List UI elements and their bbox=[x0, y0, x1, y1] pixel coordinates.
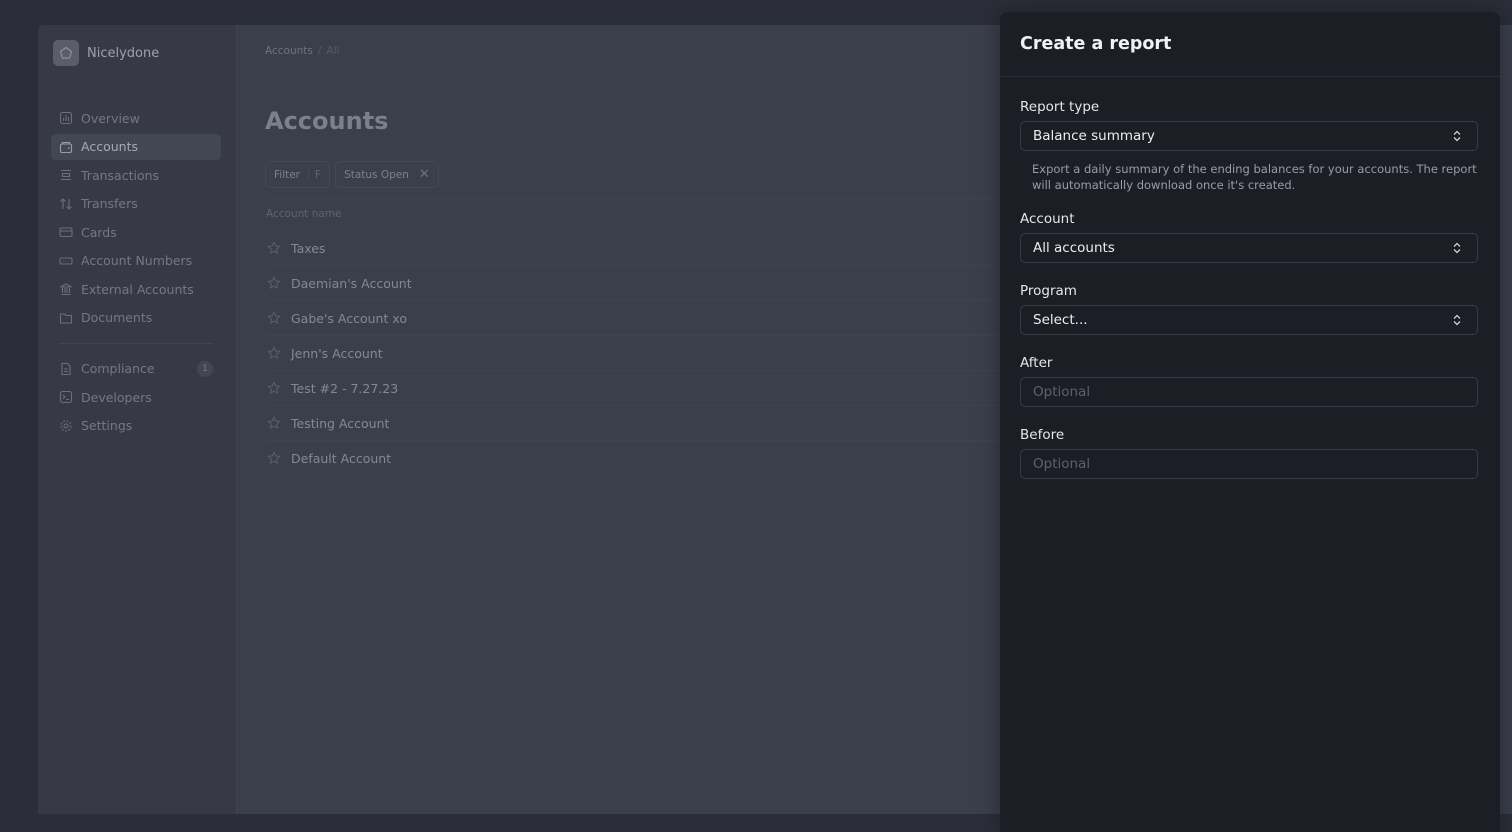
sidebar-item-external-accounts[interactable]: External Accounts bbox=[51, 276, 221, 302]
report-type-label: Report type bbox=[1020, 99, 1100, 115]
account-label: Account bbox=[1020, 211, 1075, 227]
before-date-input[interactable]: Optional bbox=[1020, 449, 1478, 479]
filter-shortcut-key: F bbox=[308, 168, 321, 181]
close-icon[interactable]: ✕ bbox=[419, 167, 430, 182]
sidebar-item-developers[interactable]: Developers bbox=[51, 384, 221, 410]
report-type-value: Balance summary bbox=[1033, 128, 1155, 144]
sidebar-item-label: Transfers bbox=[81, 196, 138, 211]
table-row[interactable]: Daemian's Account bbox=[265, 266, 1065, 301]
folder-icon bbox=[59, 312, 73, 324]
star-icon[interactable] bbox=[267, 276, 281, 290]
program-select[interactable]: Select... bbox=[1020, 305, 1478, 335]
list-icon bbox=[61, 169, 71, 181]
account-select[interactable]: All accounts bbox=[1020, 233, 1478, 263]
sidebar-item-label: Documents bbox=[81, 310, 153, 325]
breadcrumb-current: All bbox=[326, 45, 340, 57]
sidebar-item-cards[interactable]: Cards bbox=[51, 219, 221, 245]
sidebar-item-label: External Accounts bbox=[81, 281, 194, 297]
table-row[interactable]: Gabe's Account xo bbox=[265, 301, 1065, 336]
report-type-select[interactable]: Balance summary bbox=[1020, 121, 1478, 151]
compliance-count-badge: 1 bbox=[197, 360, 213, 377]
logo-icon bbox=[53, 40, 79, 66]
account-name: Test #2 - 7.27.23 bbox=[291, 380, 399, 396]
number-icon bbox=[59, 256, 73, 265]
sidebar: Nicelydone Overview Accounts Transaction… bbox=[38, 25, 237, 814]
card-icon bbox=[59, 227, 73, 238]
breadcrumb: Accounts / All bbox=[265, 45, 339, 57]
brand[interactable]: Nicelydone bbox=[53, 40, 159, 66]
document-icon bbox=[61, 362, 71, 375]
sidebar-item-label: Developers bbox=[81, 389, 152, 405]
star-icon[interactable] bbox=[267, 346, 281, 360]
page-title: Accounts bbox=[265, 107, 389, 135]
chevron-up-down-icon bbox=[1453, 242, 1461, 254]
sidebar-item-accounts[interactable]: Accounts bbox=[51, 133, 221, 160]
sidebar-nav: Overview Accounts Transactions Transfers… bbox=[51, 105, 221, 441]
sidebar-divider bbox=[59, 342, 213, 344]
sidebar-item-label: Accounts bbox=[81, 139, 138, 154]
sidebar-item-transfers[interactable]: Transfers bbox=[51, 191, 221, 217]
account-name: Jenn's Account bbox=[291, 345, 383, 361]
sidebar-item-label: Settings bbox=[81, 418, 133, 433]
chevron-up-down-icon bbox=[1453, 314, 1461, 326]
sidebar-item-label: Transactions bbox=[81, 167, 160, 183]
wallet-icon bbox=[59, 141, 73, 153]
panel-title: Create a report bbox=[1020, 34, 1172, 54]
table-row[interactable]: Test #2 - 7.27.23 bbox=[265, 371, 1065, 406]
account-name: Daemian's Account bbox=[291, 275, 412, 291]
report-type-help-text: Export a daily summary of the ending bal… bbox=[1032, 162, 1477, 192]
chart-icon bbox=[59, 111, 73, 125]
star-icon[interactable] bbox=[267, 451, 281, 465]
sidebar-item-label: Compliance bbox=[81, 361, 155, 376]
status-filter-label: Status Open bbox=[344, 168, 409, 181]
account-name: Default Account bbox=[291, 450, 392, 466]
sidebar-item-documents[interactable]: Documents bbox=[51, 305, 221, 331]
after-label: After bbox=[1020, 355, 1053, 371]
filter-label: Filter bbox=[274, 168, 301, 181]
create-report-panel: Create a report Report type Balance summ… bbox=[1000, 12, 1500, 832]
breadcrumb-root[interactable]: Accounts bbox=[265, 45, 313, 57]
after-placeholder: Optional bbox=[1033, 384, 1091, 400]
sidebar-item-transactions[interactable]: Transactions bbox=[51, 162, 221, 188]
after-date-input[interactable]: Optional bbox=[1020, 377, 1478, 407]
account-name: Testing Account bbox=[291, 415, 390, 431]
terminal-icon bbox=[59, 390, 73, 404]
account-name: Gabe's Account xo bbox=[291, 310, 407, 326]
sidebar-item-compliance[interactable]: Compliance 1 bbox=[51, 356, 221, 382]
program-label: Program bbox=[1020, 283, 1077, 299]
column-header-account-name[interactable]: Account name bbox=[266, 208, 342, 220]
star-icon[interactable] bbox=[267, 241, 281, 255]
filter-button[interactable]: Filter F bbox=[265, 161, 331, 188]
arrows-icon bbox=[60, 197, 72, 210]
chevron-up-down-icon bbox=[1453, 130, 1461, 142]
accounts-table: Taxes Daemian's Account Gabe's Account x… bbox=[265, 231, 1065, 475]
table-row[interactable]: Default Account bbox=[265, 441, 1065, 475]
account-value: All accounts bbox=[1033, 240, 1115, 256]
panel-header: Create a report bbox=[1000, 12, 1500, 77]
star-icon[interactable] bbox=[267, 311, 281, 325]
brand-name: Nicelydone bbox=[87, 45, 160, 61]
table-top-divider bbox=[265, 198, 1065, 199]
sidebar-item-account-numbers[interactable]: Account Numbers bbox=[51, 248, 221, 274]
table-row[interactable]: Taxes bbox=[265, 231, 1065, 266]
before-label: Before bbox=[1020, 427, 1065, 443]
program-value: Select... bbox=[1033, 312, 1088, 328]
sidebar-item-settings[interactable]: Settings bbox=[51, 413, 221, 439]
status-filter-chip[interactable]: Status Open ✕ bbox=[335, 161, 439, 188]
sidebar-item-label: Overview bbox=[81, 110, 140, 126]
filter-bar: Filter F Status Open ✕ bbox=[265, 161, 444, 188]
before-placeholder: Optional bbox=[1033, 456, 1091, 472]
star-icon[interactable] bbox=[267, 416, 281, 430]
sidebar-item-label: Cards bbox=[81, 224, 117, 240]
sidebar-item-label: Account Numbers bbox=[81, 253, 193, 268]
breadcrumb-separator: / bbox=[317, 45, 322, 57]
gear-icon bbox=[60, 419, 72, 432]
star-icon[interactable] bbox=[267, 381, 281, 395]
account-name: Taxes bbox=[291, 240, 326, 256]
table-row[interactable]: Jenn's Account bbox=[265, 336, 1065, 371]
bank-icon bbox=[60, 283, 72, 296]
table-row[interactable]: Testing Account bbox=[265, 406, 1065, 441]
sidebar-item-overview[interactable]: Overview bbox=[51, 105, 221, 131]
